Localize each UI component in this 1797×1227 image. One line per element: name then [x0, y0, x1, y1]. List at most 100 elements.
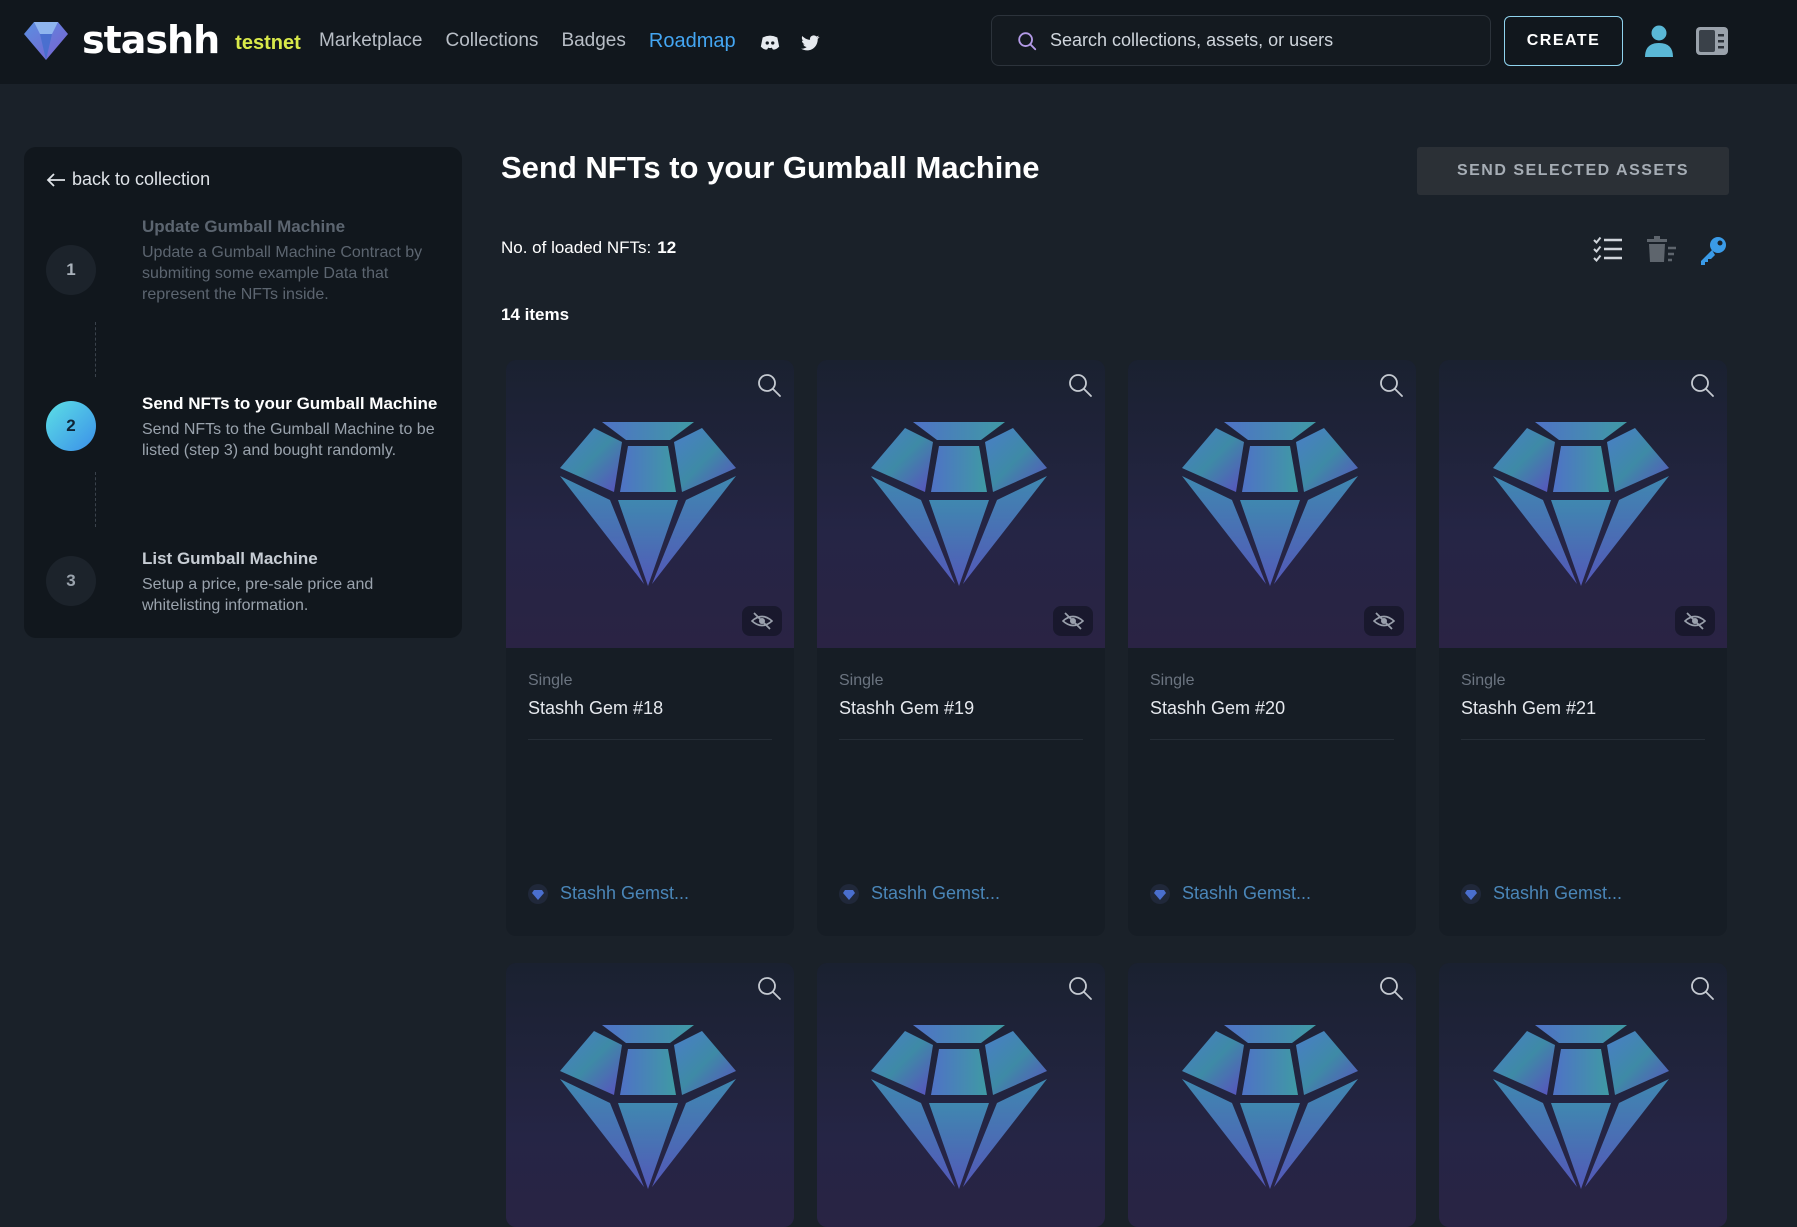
- step-description: Setup a price, pre-sale price and whitel…: [142, 576, 374, 614]
- zoom-icon[interactable]: [1067, 975, 1093, 1001]
- logo[interactable]: stashh testnet: [22, 16, 301, 64]
- top-navbar: stashh testnet Marketplace Collections B…: [0, 0, 1797, 84]
- steps-panel: back to collection 1 Update Gumball Mach…: [24, 147, 462, 638]
- loaded-label: No. of loaded NFTs:: [501, 238, 652, 257]
- checklist-icon[interactable]: [1592, 234, 1624, 266]
- step-title: Send NFTs to your Gumball Machine: [142, 394, 438, 413]
- back-to-collection-link[interactable]: back to collection: [46, 169, 210, 190]
- create-button[interactable]: CREATE: [1504, 16, 1623, 66]
- back-label: back to collection: [72, 169, 211, 189]
- send-selected-assets-button[interactable]: SEND SELECTED ASSETS: [1417, 147, 1729, 195]
- items-count: 14 items: [501, 305, 570, 324]
- eye-off-icon: [1684, 612, 1706, 630]
- step-title: Update Gumball Machine: [142, 217, 346, 236]
- nft-name: Stashh Gem #19: [839, 698, 975, 718]
- nav-roadmap[interactable]: Roadmap: [649, 30, 736, 53]
- nft-image: [506, 360, 794, 648]
- nft-type: Single: [839, 672, 884, 689]
- step-number: 3: [46, 556, 96, 606]
- nft-image: [1128, 360, 1416, 648]
- twitter-icon[interactable]: [799, 32, 821, 54]
- search-bar: [991, 15, 1491, 66]
- nft-card[interactable]: [817, 963, 1105, 1227]
- nft-type: Single: [1461, 672, 1506, 689]
- nft-card[interactable]: Single Stashh Gem #20 Stashh Gemst...: [1128, 360, 1416, 936]
- discord-icon[interactable]: [759, 32, 781, 54]
- key-icon[interactable]: [1697, 234, 1729, 266]
- network-badge: testnet: [235, 31, 301, 54]
- nft-collection[interactable]: Stashh Gemst...: [528, 883, 689, 904]
- hidden-badge[interactable]: [1364, 606, 1404, 636]
- nft-image: [1439, 360, 1727, 648]
- nft-card[interactable]: [1439, 963, 1727, 1227]
- hidden-badge[interactable]: [1053, 606, 1093, 636]
- nft-image: [1128, 963, 1416, 1227]
- collection-name: Stashh Gemst...: [560, 883, 690, 903]
- gem-image-icon: [871, 422, 1047, 586]
- card-divider: [1150, 739, 1394, 740]
- zoom-icon[interactable]: [756, 372, 782, 398]
- page-title: Send NFTs to your Gumball Machine: [501, 150, 1040, 185]
- collection-gem-icon: [528, 883, 548, 904]
- collection-gem-icon: [839, 883, 859, 904]
- collection-name: Stashh Gemst...: [1493, 883, 1623, 903]
- nft-card[interactable]: [506, 963, 794, 1227]
- eye-off-icon: [1062, 612, 1084, 630]
- nft-card[interactable]: [1128, 963, 1416, 1227]
- gem-image-icon: [1182, 1025, 1358, 1189]
- nft-collection[interactable]: Stashh Gemst...: [839, 883, 1000, 904]
- step-description: Update a Gumball Machine Contract by sub…: [142, 244, 423, 303]
- hidden-badge[interactable]: [1675, 606, 1715, 636]
- nft-image: [506, 963, 794, 1227]
- nav-badges[interactable]: Badges: [561, 30, 625, 52]
- gem-image-icon: [1182, 422, 1358, 586]
- step-number: 2: [46, 401, 96, 451]
- zoom-icon[interactable]: [1378, 372, 1404, 398]
- nft-image: [817, 963, 1105, 1227]
- hidden-badge[interactable]: [742, 606, 782, 636]
- nft-type: Single: [528, 672, 573, 689]
- step-description: Send NFTs to the Gumball Machine to be l…: [142, 421, 435, 459]
- card-divider: [1461, 739, 1705, 740]
- nft-name: Stashh Gem #21: [1461, 698, 1597, 718]
- card-divider: [528, 739, 772, 740]
- step-connector: [95, 322, 96, 377]
- nft-card[interactable]: Single Stashh Gem #18 Stashh Gemst...: [506, 360, 794, 936]
- zoom-icon[interactable]: [1689, 372, 1715, 398]
- nft-card[interactable]: Single Stashh Gem #21 Stashh Gemst...: [1439, 360, 1727, 936]
- nft-name: Stashh Gem #18: [528, 698, 664, 718]
- nft-image: [817, 360, 1105, 648]
- loaded-count: 12: [657, 238, 677, 257]
- zoom-icon[interactable]: [1067, 372, 1093, 398]
- collection-gem-icon: [1150, 883, 1170, 904]
- gem-image-icon: [871, 1025, 1047, 1189]
- main-nav: Marketplace Collections Badges Roadmap: [319, 28, 839, 54]
- loaded-nfts-summary: No. of loaded NFTs: 12: [501, 238, 676, 258]
- user-avatar-icon[interactable]: [1643, 24, 1675, 58]
- zoom-icon[interactable]: [756, 975, 782, 1001]
- collection-name: Stashh Gemst...: [1182, 883, 1312, 903]
- nav-marketplace[interactable]: Marketplace: [319, 30, 423, 52]
- nft-type: Single: [1150, 672, 1195, 689]
- nft-name: Stashh Gem #20: [1150, 698, 1286, 718]
- nft-card[interactable]: Single Stashh Gem #19 Stashh Gemst...: [817, 360, 1105, 936]
- arrow-left-icon: [46, 172, 65, 187]
- delete-filter-icon[interactable]: [1645, 234, 1677, 266]
- gem-image-icon: [560, 1025, 736, 1189]
- collection-gem-icon: [1461, 883, 1481, 904]
- nft-collection[interactable]: Stashh Gemst...: [1461, 883, 1622, 904]
- nav-collections[interactable]: Collections: [446, 30, 539, 52]
- step-connector: [95, 472, 96, 527]
- sidebar-toggle-icon[interactable]: [1695, 26, 1729, 56]
- nft-collection[interactable]: Stashh Gemst...: [1150, 883, 1311, 904]
- search-icon: [1018, 31, 1037, 50]
- gem-image-icon: [1493, 1025, 1669, 1189]
- zoom-icon[interactable]: [1689, 975, 1715, 1001]
- card-divider: [839, 739, 1083, 740]
- search-input[interactable]: [1050, 30, 1470, 51]
- gem-logo-icon: [24, 22, 68, 60]
- collection-name: Stashh Gemst...: [871, 883, 1001, 903]
- zoom-icon[interactable]: [1378, 975, 1404, 1001]
- nft-image: [1439, 963, 1727, 1227]
- gem-image-icon: [1493, 422, 1669, 586]
